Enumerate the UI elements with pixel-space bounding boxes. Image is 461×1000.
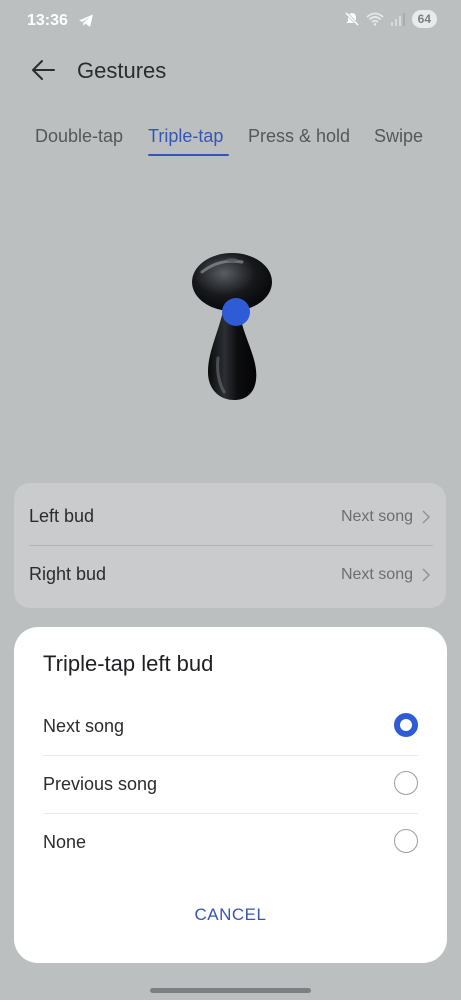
- tab-press-and-hold[interactable]: Press & hold: [248, 126, 350, 147]
- page-title: Gestures: [77, 58, 167, 83]
- setting-value: Next song: [340, 566, 413, 583]
- radio-unselected[interactable]: [394, 829, 418, 853]
- setting-label: Left bud: [29, 506, 95, 526]
- option-next-song[interactable]: Next song: [43, 697, 418, 755]
- option-previous-song[interactable]: Previous song: [43, 755, 418, 813]
- app-header: Gestures: [0, 52, 461, 92]
- mute-icon: [344, 11, 359, 27]
- gesture-settings-card: Left bud Next song Right bud Next song: [14, 483, 446, 608]
- divider: [43, 755, 418, 756]
- chevron-right-icon: [422, 568, 430, 582]
- tab-triple-tap[interactable]: Triple-tap: [148, 126, 223, 147]
- active-tab-indicator: [148, 154, 229, 156]
- divider: [43, 813, 418, 814]
- setting-row-left-bud[interactable]: Left bud Next song: [14, 488, 446, 546]
- setting-row-right-bud[interactable]: Right bud Next song: [14, 546, 446, 604]
- setting-label: Right bud: [29, 564, 107, 584]
- radio-selected[interactable]: [394, 713, 418, 737]
- gesture-tabs: Double-tap Triple-tap Press & hold Swipe: [0, 126, 461, 162]
- dialog-title: Triple-tap left bud: [43, 651, 214, 676]
- gesture-action-dialog: Triple-tap left bud Next song Previous s…: [14, 627, 447, 963]
- option-label: Previous song: [43, 774, 158, 794]
- status-icons: 64: [344, 10, 437, 28]
- tab-double-tap[interactable]: Double-tap: [35, 126, 123, 147]
- telegram-icon: [79, 14, 93, 27]
- chevron-right-icon: [422, 510, 430, 524]
- earbud-illustration: [192, 253, 272, 400]
- battery-indicator: 64: [411, 10, 437, 28]
- tap-point-indicator: [222, 298, 250, 326]
- setting-value: Next song: [340, 508, 413, 525]
- status-bar: 13:36 64: [0, 0, 461, 44]
- tab-swipe[interactable]: Swipe: [374, 126, 423, 147]
- option-label: Next song: [43, 716, 125, 736]
- arrow-left-icon[interactable]: [30, 58, 56, 82]
- radio-unselected[interactable]: [394, 771, 418, 795]
- cancel-button[interactable]: CANCEL: [14, 905, 447, 925]
- option-none[interactable]: None: [43, 813, 418, 871]
- wifi-icon: [366, 12, 384, 26]
- signal-icon: [390, 13, 405, 26]
- option-label: None: [43, 832, 87, 852]
- home-indicator[interactable]: [150, 988, 311, 993]
- status-time: 13:36: [27, 12, 68, 29]
